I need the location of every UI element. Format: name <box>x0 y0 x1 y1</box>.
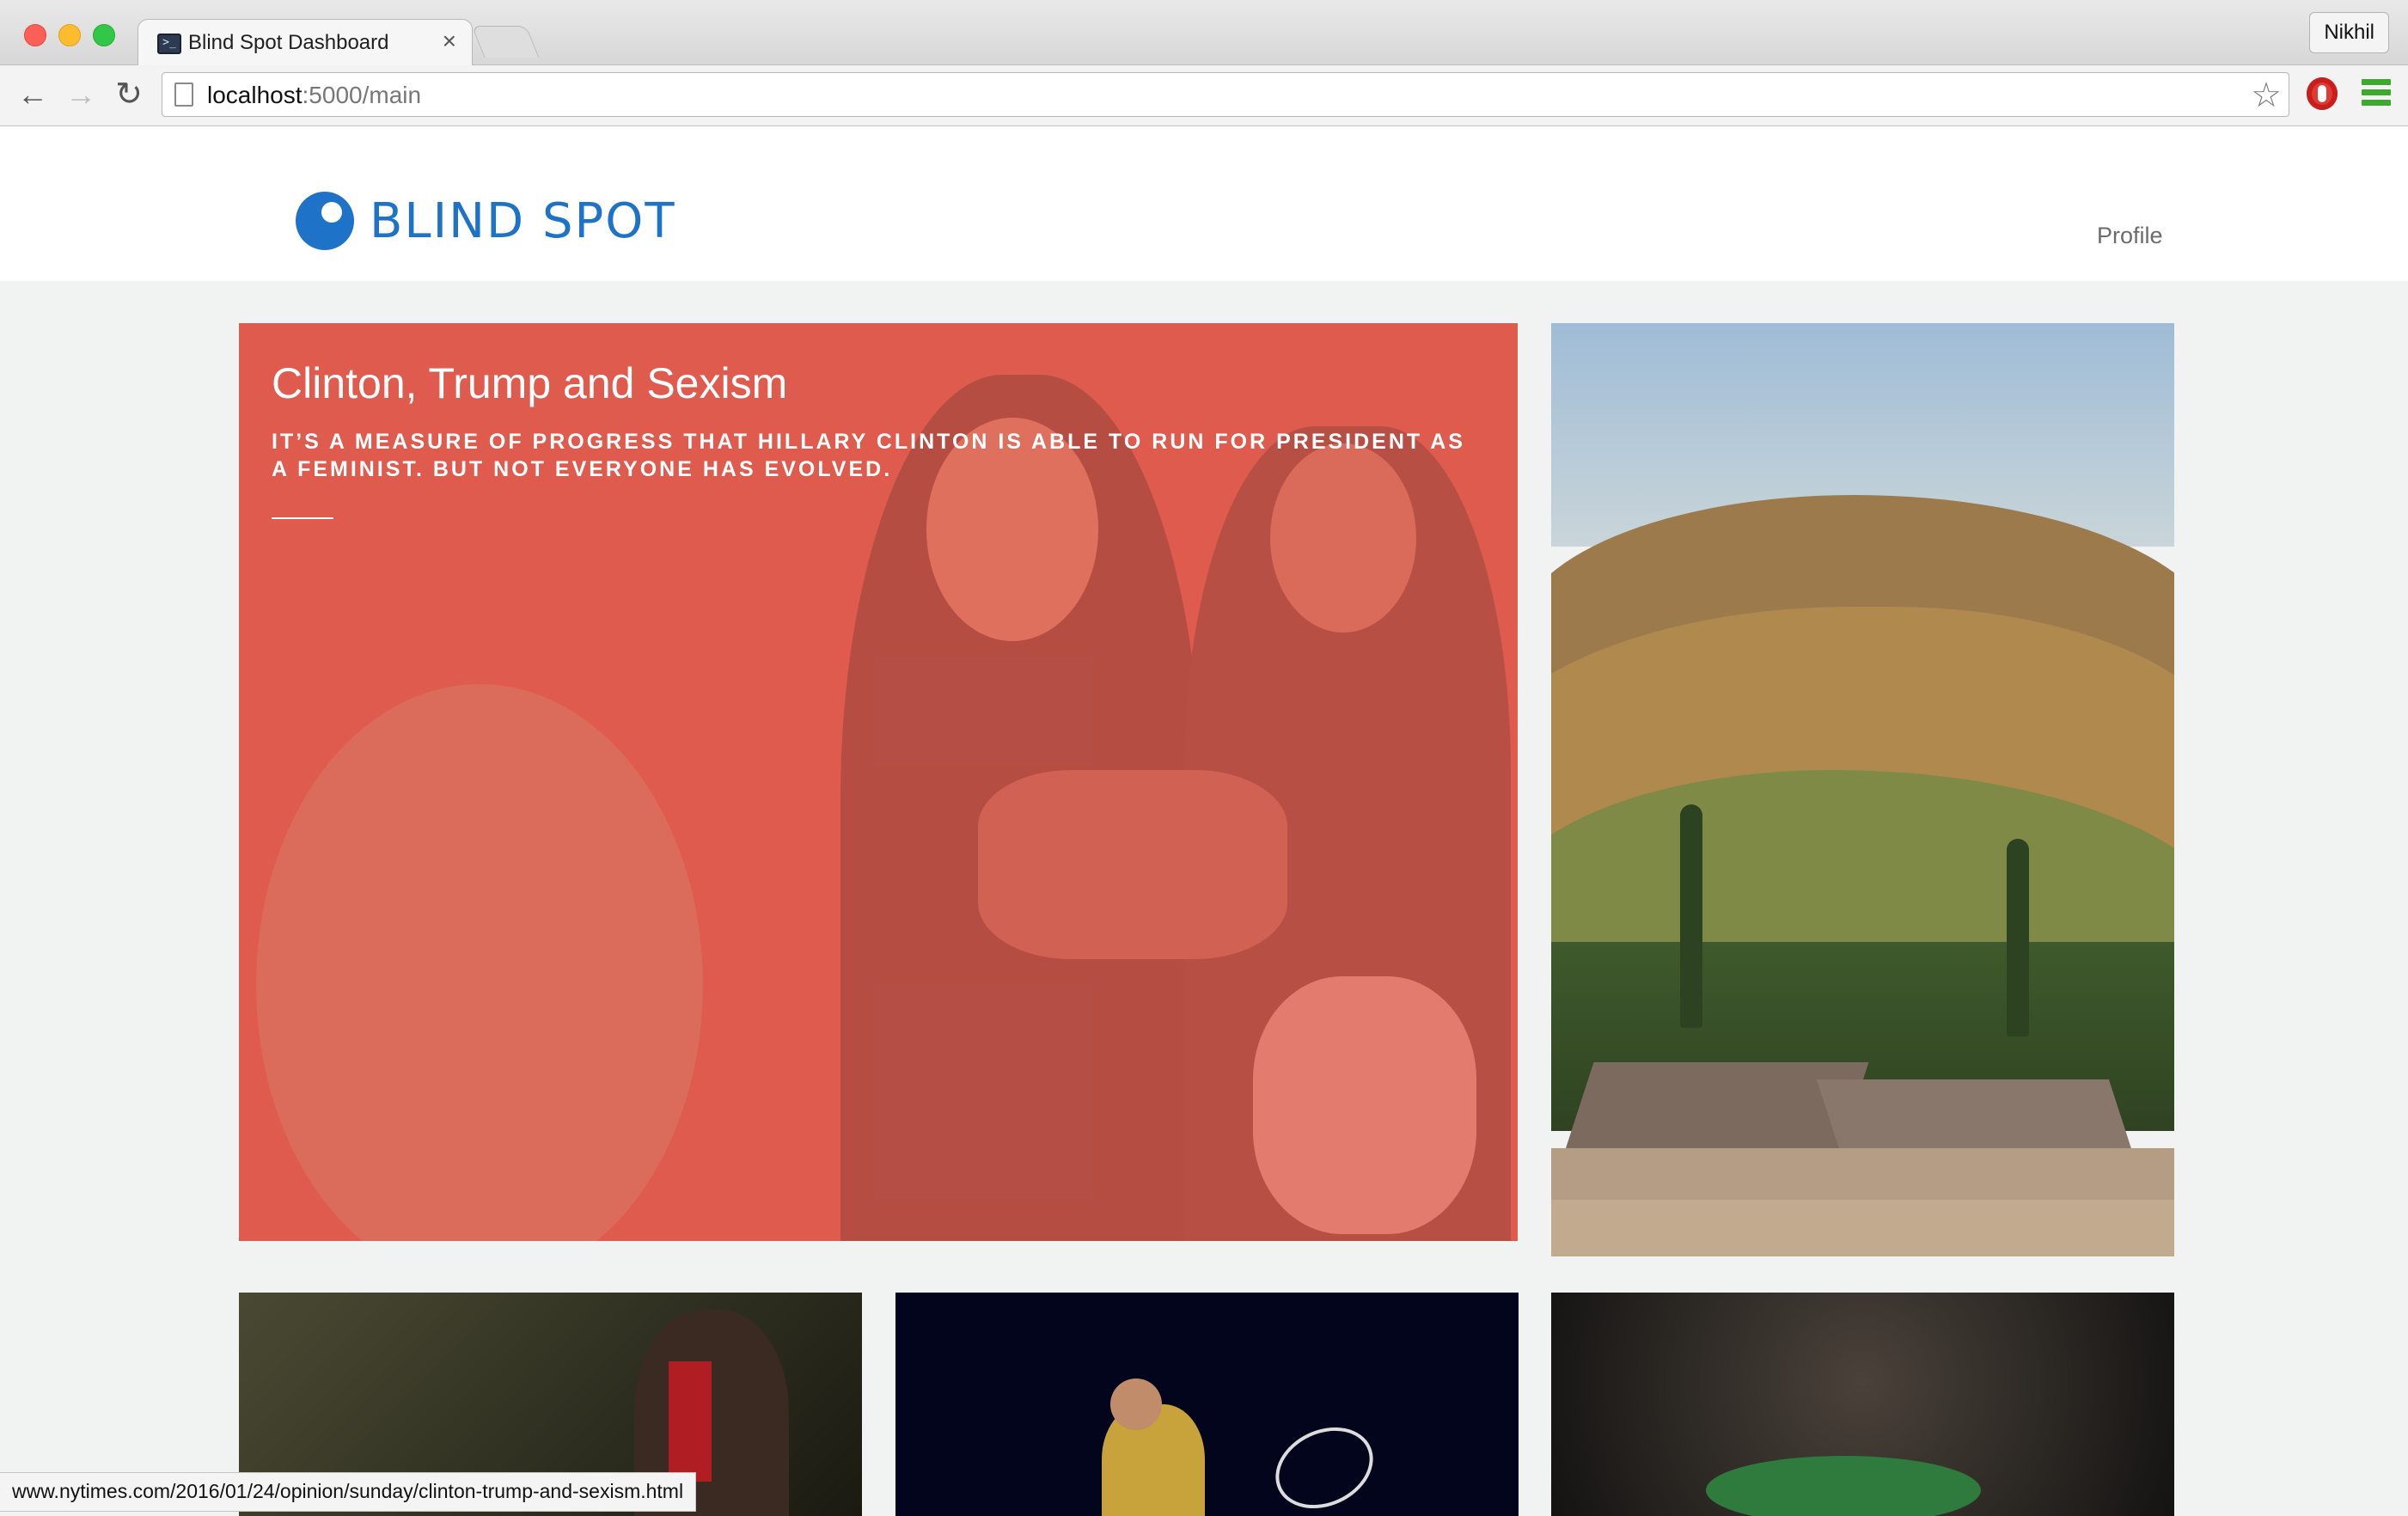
window-close-button[interactable] <box>24 24 46 46</box>
address-bar-url[interactable]: localhost:5000/main <box>207 82 421 109</box>
nav-profile-link[interactable]: Profile <box>2097 223 2163 249</box>
featured-article-card[interactable]: Clinton, Trump and Sexism IT’S A MEASURE… <box>239 323 1518 1241</box>
browser-toolbar: ← → ↻ localhost:5000/main ☆ <box>0 65 2408 126</box>
browser-status-url: www.nytimes.com/2016/01/24/opinion/sunda… <box>0 1472 697 1512</box>
crowd-table <box>1706 1456 1981 1516</box>
terminal-favicon-icon: >_ <box>157 34 181 54</box>
new-tab-button[interactable] <box>471 26 540 58</box>
landscape-cypress <box>2007 839 2029 1036</box>
featured-article-title[interactable]: Clinton, Trump and Sexism <box>272 356 1492 411</box>
address-bar[interactable]: localhost:5000/main ☆ <box>162 72 2289 117</box>
forward-arrow-icon[interactable]: → <box>62 76 100 113</box>
tab-close-icon[interactable]: × <box>443 28 456 54</box>
landscape-wall <box>1551 1200 2174 1256</box>
article-card-tennis[interactable] <box>895 1293 1519 1516</box>
article-grid: Clinton, Trump and Sexism IT’S A MEASURE… <box>0 281 2408 1516</box>
landscape-cypress <box>1680 804 1702 1028</box>
feature-divider <box>272 517 333 519</box>
site-logo[interactable]: BLIND SPOT <box>296 192 675 252</box>
article-card-crowd[interactable] <box>1551 1293 2174 1516</box>
tennis-racket-icon <box>1262 1412 1387 1516</box>
browser-tab-active[interactable]: >_ Blind Spot Dashboard × <box>138 19 473 65</box>
url-host: localhost <box>207 82 303 108</box>
browser-titlebar: >_ Blind Spot Dashboard × Nikhil <box>0 0 2408 65</box>
article-card-scarf <box>669 1361 712 1482</box>
browser-menu-icon[interactable] <box>2362 79 2391 108</box>
blind-spot-eye-logo-icon <box>296 192 354 250</box>
tennis-player-head <box>1110 1378 1162 1430</box>
reload-icon[interactable]: ↻ <box>110 76 148 113</box>
article-card-landscape[interactable] <box>1551 323 2174 1256</box>
page-document-icon <box>174 83 193 107</box>
featured-article-text: Clinton, Trump and Sexism IT’S A MEASURE… <box>272 356 1492 519</box>
url-path: :5000/main <box>302 82 422 108</box>
bookmark-star-icon[interactable]: ☆ <box>2251 76 2282 114</box>
window-minimize-button[interactable] <box>58 24 81 46</box>
adblock-extension-icon[interactable] <box>2307 77 2338 110</box>
back-arrow-icon[interactable]: ← <box>14 76 52 113</box>
site-header: BLIND SPOT Profile <box>0 126 2408 281</box>
browser-profile-button[interactable]: Nikhil <box>2309 12 2389 53</box>
tab-title: Blind Spot Dashboard <box>188 31 389 54</box>
featured-article-summary: IT’S A MEASURE OF PROGRESS THAT HILLARY … <box>272 430 1465 481</box>
page-viewport: BLIND SPOT Profile Clinton, Trump and Se… <box>0 126 2408 1516</box>
window-zoom-button[interactable] <box>93 24 115 46</box>
logo-wordmark: BLIND SPOT <box>370 193 676 249</box>
